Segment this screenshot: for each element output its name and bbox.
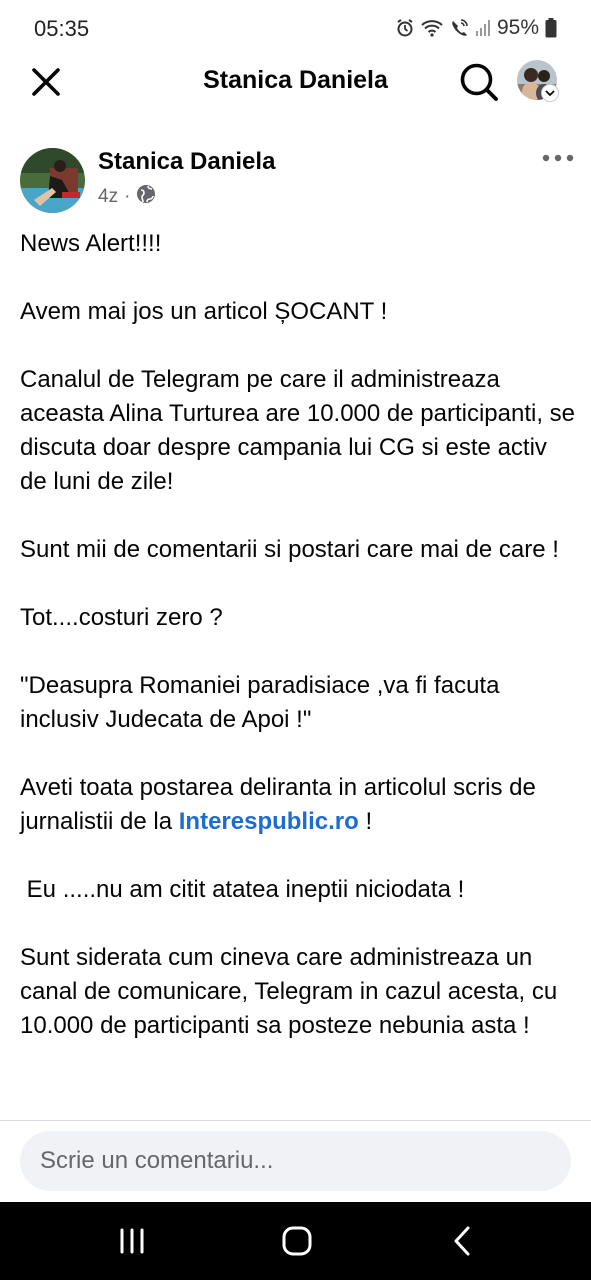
search-button[interactable] [458, 61, 500, 103]
wifi-icon [421, 19, 443, 37]
back-button[interactable] [446, 1224, 482, 1258]
profile-menu-badge[interactable] [541, 84, 559, 102]
post-header: Stanica Daniela 4z · [0, 140, 591, 220]
alarm-icon [395, 18, 415, 38]
globe-icon [136, 184, 156, 210]
comment-bar [0, 1120, 591, 1202]
post-time[interactable]: 4z [98, 186, 118, 208]
comment-input[interactable] [20, 1131, 571, 1191]
post-paragraph: Eu .....nu am citit atatea ineptii nicio… [20, 876, 465, 903]
recent-apps-button[interactable] [114, 1224, 150, 1258]
page-title: Stanica Daniela [203, 66, 388, 94]
system-nav-bar [0, 1202, 591, 1280]
post-paragraph: Tot....costuri zero ? [20, 604, 223, 631]
post-paragraph: Canalul de Telegram pe care il administr… [20, 366, 576, 495]
status-icons: 95% [395, 16, 557, 40]
home-button[interactable] [279, 1224, 315, 1258]
status-time: 05:35 [34, 16, 90, 41]
post-paragraph: Sunt mii de comentarii si postari care m… [20, 536, 559, 563]
status-bar: 05:35 95% [0, 0, 591, 56]
post-author[interactable]: Stanica Daniela [98, 148, 275, 176]
signal-icon [475, 19, 491, 37]
paragraph-text: ! [358, 808, 373, 835]
post-paragraph: Aveti toata postarea deliranta in artico… [20, 771, 580, 839]
back-icon [454, 1226, 470, 1256]
home-icon [282, 1226, 312, 1256]
avatar[interactable] [20, 148, 85, 213]
post-options-button[interactable] [540, 148, 576, 168]
post-meta: 4z · [98, 184, 156, 210]
top-bar: Stanica Daniela [0, 56, 591, 106]
post-paragraph: News Alert!!!! [20, 230, 162, 257]
post-text: News Alert!!!! Avem mai jos un articol Ș… [20, 227, 580, 1077]
post-paragraph: Sunt siderata cum cineva care administre… [20, 944, 558, 1039]
battery-percent: 95% [496, 16, 539, 39]
more-icon [542, 154, 574, 162]
meta-separator: · [124, 186, 131, 207]
wifi-call-icon [449, 18, 469, 38]
recent-apps-icon [120, 1228, 144, 1254]
post-paragraph: Avem mai jos un articol ȘOCANT ! [20, 298, 388, 325]
search-icon [460, 63, 498, 101]
post-paragraph: "Deasupra Romaniei paradisiace ,va fi fa… [20, 672, 500, 733]
battery-icon [545, 18, 557, 38]
chevron-down-icon [545, 90, 555, 97]
article-link[interactable]: Interespublic.ro [179, 808, 359, 835]
